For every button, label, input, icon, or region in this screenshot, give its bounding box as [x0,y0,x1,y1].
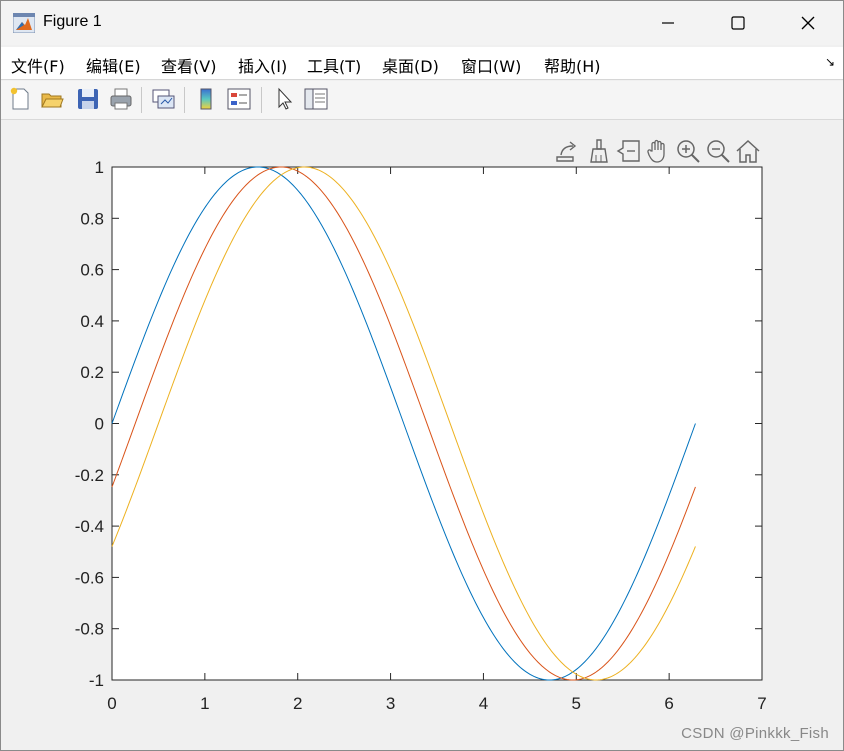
x-tick-label: 5 [572,694,581,713]
y-tick-label: 0 [95,415,104,434]
y-tick-label: -1 [89,671,104,690]
plot-area: 0 1 2 3 4 5 6 7 1 0.8 0.6 0.4 0.2 0 -0.2 -0.4 -0.6 -0.8 -1 [75,158,767,713]
x-tick-label: 2 [293,694,302,713]
y-tick-label: 0.8 [80,209,104,228]
x-tick-label: 3 [386,694,395,713]
y-tick-label: -0.8 [75,620,104,639]
x-tick-label: 7 [757,694,766,713]
watermark-text: CSDN @Pinkkk_Fish [681,725,829,742]
y-tick-label: -0.6 [75,568,104,587]
x-tick-label: 0 [107,694,116,713]
y-tick-label: 0.6 [80,261,104,280]
x-tick-label: 1 [200,694,209,713]
y-tick-label: -0.2 [75,466,104,485]
y-tick-label: 1 [95,158,104,177]
y-tick-label: 0.2 [80,363,104,382]
y-tick-label: 0.4 [80,312,104,331]
axes-background[interactable] [111,166,763,681]
x-tick-label: 4 [479,694,488,713]
y-tick-label: -0.4 [75,517,104,536]
figure-window: Figure 1 文件(F) 编辑(E) 查看(V) 插入(I) 工具(T) 桌… [0,0,844,751]
x-tick-label: 6 [664,694,673,713]
